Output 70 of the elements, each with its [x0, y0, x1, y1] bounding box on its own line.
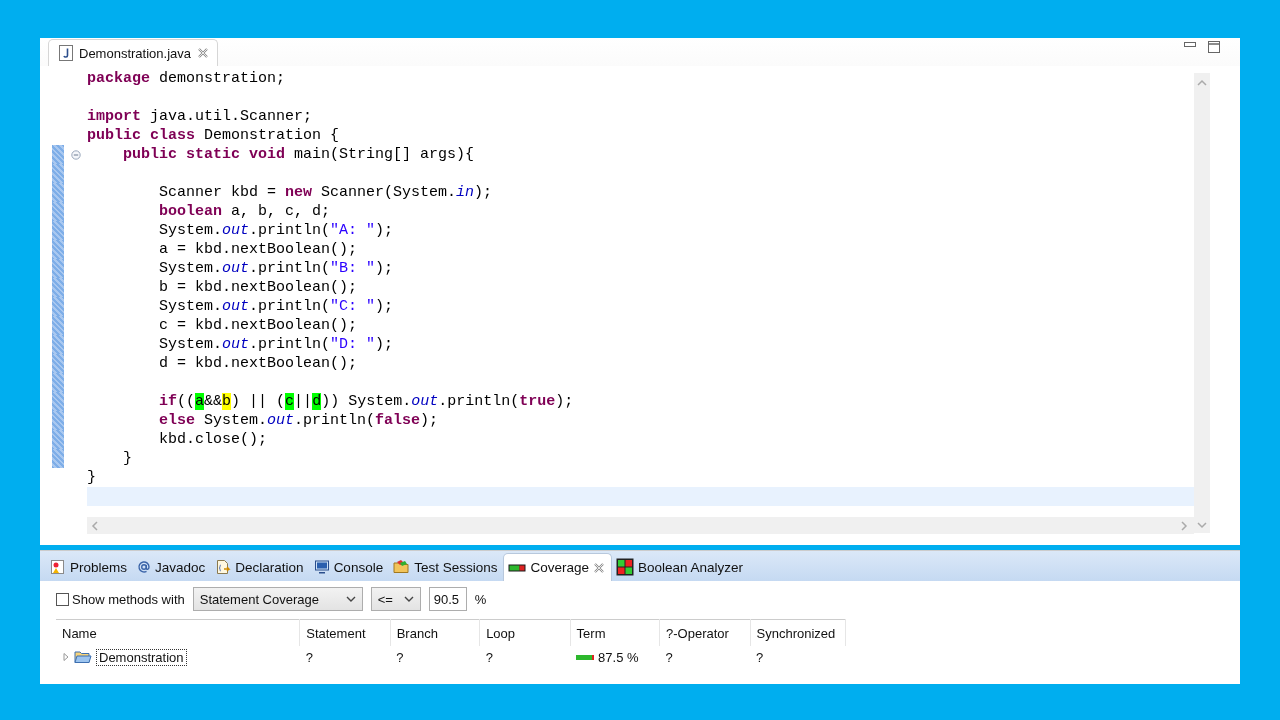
tree-item[interactable]: Demonstration — [96, 648, 187, 666]
close-icon[interactable] — [593, 561, 605, 574]
grid-icon — [616, 558, 634, 576]
java-file-icon — [59, 45, 73, 61]
code-line: System.out.println("D: "); — [158, 335, 395, 354]
folder-icon — [393, 559, 411, 575]
minimize-icon[interactable] — [1184, 41, 1196, 49]
warning-list-icon — [50, 559, 66, 575]
column-header[interactable]: Branch — [390, 619, 480, 646]
coverage-bar — [576, 654, 595, 660]
code-line: } — [122, 449, 133, 468]
view-tab[interactable]: Declaration — [211, 553, 310, 581]
operator-dropdown[interactable]: <= — [370, 587, 421, 611]
table-cell: ? — [305, 649, 313, 665]
code-line: kbd.close(); — [158, 430, 269, 449]
table-cell: ? — [485, 649, 493, 665]
view-tab[interactable]: Problems — [46, 553, 134, 581]
code-line: else System.out.println(false); — [158, 411, 440, 430]
caret-icon — [345, 596, 356, 602]
close-icon[interactable] — [197, 47, 209, 59]
column-header[interactable]: Synchronized — [750, 619, 846, 646]
code-line: boolean a, b, c, d; — [158, 202, 332, 221]
code-line: d = kbd.nextBoolean(); — [158, 354, 359, 373]
collapsed-arrow-icon[interactable] — [62, 652, 70, 662]
table-cell: 87.5 % — [598, 649, 639, 665]
column-header[interactable]: Statement — [299, 619, 391, 646]
folder-icon — [74, 650, 92, 664]
code-line: } — [87, 468, 97, 487]
column-header[interactable]: Loop — [479, 619, 571, 646]
vertical-scrollbar[interactable] — [1194, 73, 1210, 533]
column-header[interactable]: Term — [570, 619, 660, 646]
code-line: package demonstration; — [87, 69, 287, 88]
checkbox-label: Show methods with — [72, 591, 185, 607]
code-line: import java.util.Scanner; — [87, 107, 314, 126]
code-line: public static void main(String[] args){ — [122, 145, 476, 164]
scroll-down-icon[interactable] — [1197, 521, 1207, 529]
unit-label: % — [474, 591, 487, 607]
caret-icon — [403, 596, 414, 602]
code-line: public class Demonstration { — [87, 126, 341, 145]
view-tab[interactable]: Coverage — [503, 553, 612, 581]
editor-tab[interactable]: Demonstration.java — [48, 39, 218, 66]
maximize-icon[interactable] — [1208, 41, 1220, 53]
view-tab[interactable]: Test Sessions — [389, 553, 504, 581]
monitor-icon — [313, 559, 330, 575]
view-tab[interactable]: Javadoc — [133, 553, 212, 581]
table-cell: ? — [756, 649, 764, 665]
metric-dropdown[interactable]: Statement Coverage — [192, 587, 363, 611]
column-header[interactable]: Name — [56, 619, 300, 646]
column-header[interactable]: ?-Operator — [659, 619, 750, 646]
view-tab[interactable]: Boolean Analyzer — [612, 553, 750, 581]
at-sign-icon — [137, 559, 152, 575]
collapse-icon[interactable] — [70, 149, 81, 160]
threshold-field[interactable]: 90.5 — [428, 587, 467, 611]
code-line: c = kbd.nextBoolean(); — [158, 316, 359, 335]
checkbox[interactable] — [56, 592, 69, 606]
code-line: System.out.println("B: "); — [158, 259, 395, 278]
code-line: b = kbd.nextBoolean(); — [158, 278, 359, 297]
code-line: a = kbd.nextBoolean(); — [158, 240, 359, 259]
document-icon — [215, 559, 232, 575]
table-cell: ? — [396, 649, 404, 665]
scroll-right-icon[interactable] — [1180, 520, 1188, 531]
scroll-up-icon[interactable] — [1197, 79, 1207, 87]
code-line: System.out.println("A: "); — [158, 221, 395, 240]
view-tab[interactable]: Console — [309, 553, 390, 581]
coverage-bar-icon — [508, 562, 527, 573]
scroll-left-icon[interactable] — [91, 520, 99, 531]
code-line: Scanner kbd = new Scanner(System.in); — [158, 183, 494, 202]
code-line: System.out.println("C: "); — [158, 297, 395, 316]
table-cell: ? — [665, 649, 673, 665]
horizontal-scrollbar[interactable] — [87, 517, 1194, 534]
